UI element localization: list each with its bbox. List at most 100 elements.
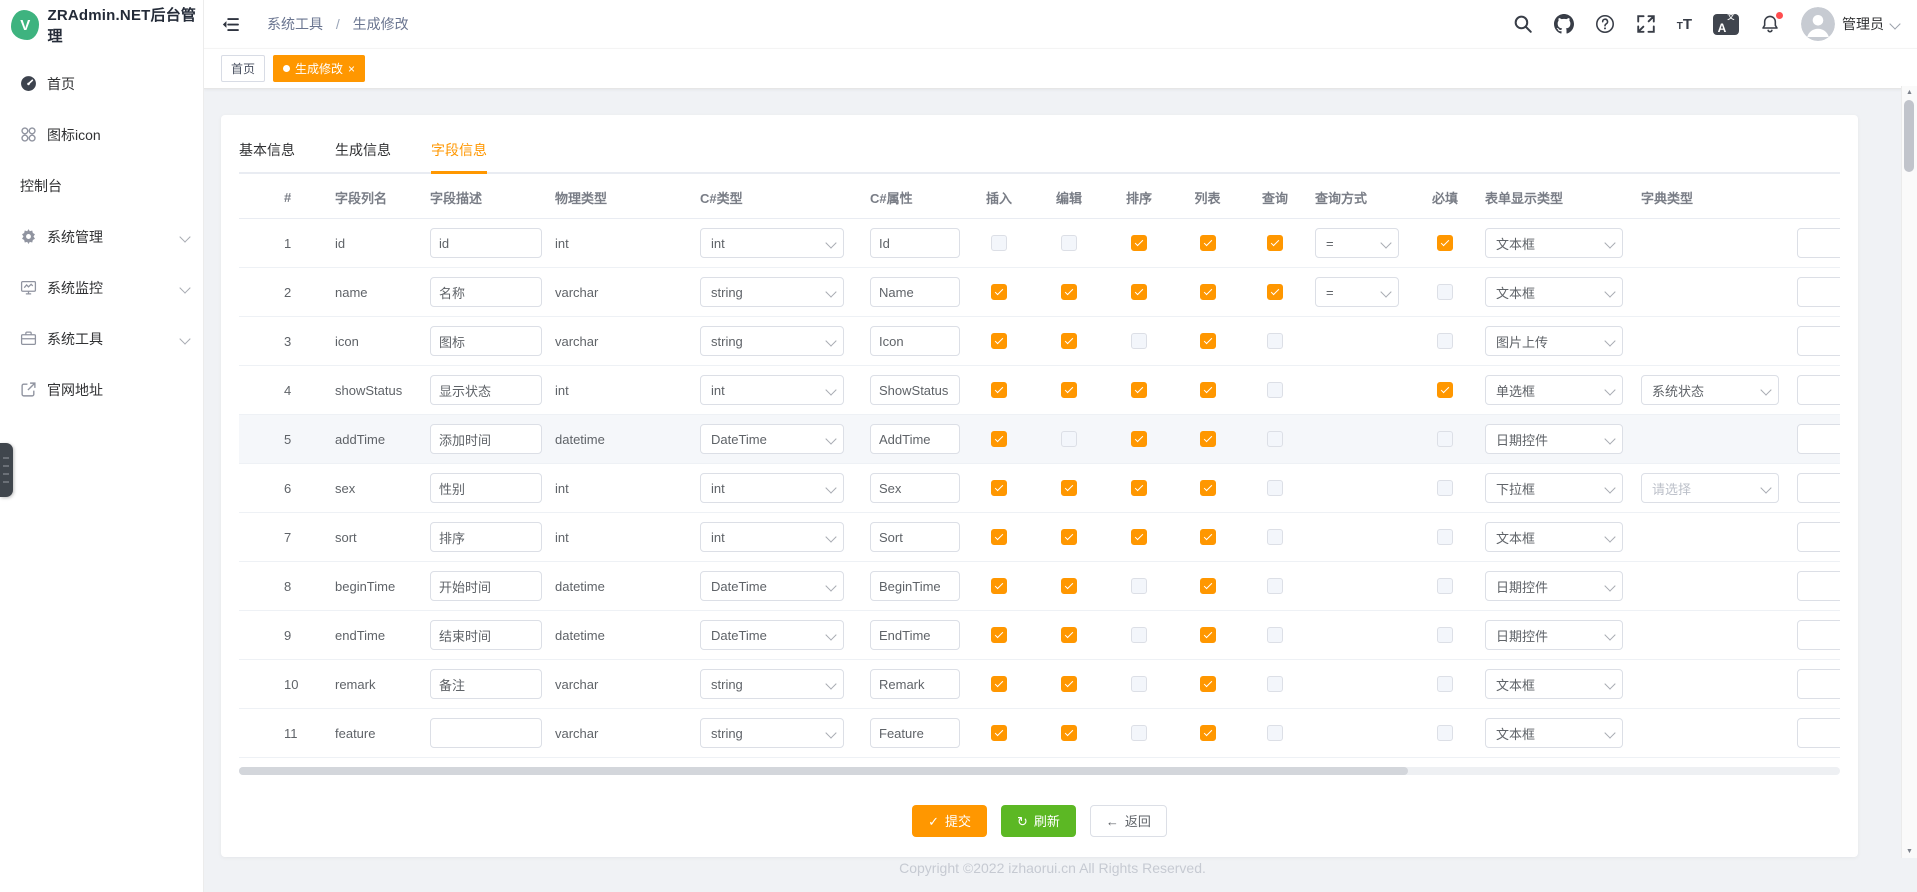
query-checkbox[interactable] xyxy=(1267,578,1283,594)
dict_type-select[interactable]: 系统状态 xyxy=(1641,375,1779,405)
insert-checkbox[interactable] xyxy=(991,284,1007,300)
sidebar-item-6[interactable]: 系统工具 xyxy=(0,313,203,364)
cs_prop-input[interactable] xyxy=(870,669,960,699)
insert-checkbox[interactable] xyxy=(991,676,1007,692)
cs_prop-input[interactable] xyxy=(870,571,960,601)
cs_type-select[interactable]: int xyxy=(700,228,844,258)
sidebar-item-5[interactable]: 系统监控 xyxy=(0,262,203,313)
query-checkbox[interactable] xyxy=(1267,431,1283,447)
cs_prop-input[interactable] xyxy=(870,228,960,258)
required-checkbox[interactable] xyxy=(1437,725,1453,741)
sort-checkbox[interactable] xyxy=(1131,627,1147,643)
query-checkbox[interactable] xyxy=(1267,529,1283,545)
breadcrumb-item[interactable]: 系统工具 xyxy=(267,16,323,32)
list-checkbox[interactable] xyxy=(1200,725,1216,741)
cs_type-select[interactable]: DateTime xyxy=(700,424,844,454)
dict_type-select[interactable]: 请选择 xyxy=(1641,473,1779,503)
required-checkbox[interactable] xyxy=(1437,480,1453,496)
display_type-select[interactable]: 日期控件 xyxy=(1485,571,1623,601)
edit-checkbox[interactable] xyxy=(1061,480,1077,496)
cs_prop-input[interactable] xyxy=(870,326,960,356)
desc-input[interactable] xyxy=(430,375,542,405)
desc-input[interactable] xyxy=(430,228,542,258)
cs_type-select[interactable]: int xyxy=(700,522,844,552)
search-icon[interactable] xyxy=(1513,14,1533,34)
user-menu[interactable]: 管理员 xyxy=(1801,7,1899,41)
extra-input[interactable] xyxy=(1797,522,1840,552)
cs_type-select[interactable]: string xyxy=(700,669,844,699)
sort-checkbox[interactable] xyxy=(1131,382,1147,398)
edit-checkbox[interactable] xyxy=(1061,676,1077,692)
insert-checkbox[interactable] xyxy=(991,333,1007,349)
cs_prop-input[interactable] xyxy=(870,424,960,454)
refresh-button[interactable]: ↻ 刷新 xyxy=(1001,805,1076,837)
cs_type-select[interactable]: int xyxy=(700,473,844,503)
edit-checkbox[interactable] xyxy=(1061,578,1077,594)
insert-checkbox[interactable] xyxy=(991,529,1007,545)
scroll-up-arrow[interactable]: ▲ xyxy=(1902,86,1917,99)
extra-input[interactable] xyxy=(1797,326,1840,356)
required-checkbox[interactable] xyxy=(1437,235,1453,251)
extra-input[interactable] xyxy=(1797,620,1840,650)
tab-1[interactable]: 基本信息 xyxy=(239,129,295,172)
bell-icon[interactable] xyxy=(1760,14,1780,34)
help-icon[interactable] xyxy=(1595,14,1615,34)
desc-input[interactable] xyxy=(430,522,542,552)
extra-input[interactable] xyxy=(1797,375,1840,405)
display_type-select[interactable]: 下拉框 xyxy=(1485,473,1623,503)
query-checkbox[interactable] xyxy=(1267,627,1283,643)
required-checkbox[interactable] xyxy=(1437,333,1453,349)
edit-checkbox[interactable] xyxy=(1061,431,1077,447)
edit-checkbox[interactable] xyxy=(1061,235,1077,251)
display_type-select[interactable]: 图片上传 xyxy=(1485,326,1623,356)
tab-2[interactable]: 生成信息 xyxy=(335,129,391,172)
desc-input[interactable] xyxy=(430,669,542,699)
list-checkbox[interactable] xyxy=(1200,333,1216,349)
insert-checkbox[interactable] xyxy=(991,578,1007,594)
sidebar-item-1[interactable]: 首页 xyxy=(0,58,203,109)
display_type-select[interactable]: 文本框 xyxy=(1485,522,1623,552)
horizontal-scrollbar[interactable] xyxy=(239,767,1840,775)
query_type-select[interactable]: = xyxy=(1315,277,1399,307)
edit-checkbox[interactable] xyxy=(1061,529,1077,545)
list-checkbox[interactable] xyxy=(1200,676,1216,692)
extra-input[interactable] xyxy=(1797,424,1840,454)
extra-input[interactable] xyxy=(1797,277,1840,307)
query-checkbox[interactable] xyxy=(1267,725,1283,741)
required-checkbox[interactable] xyxy=(1437,676,1453,692)
desc-input[interactable] xyxy=(430,571,542,601)
sort-checkbox[interactable] xyxy=(1131,431,1147,447)
cs_type-select[interactable]: DateTime xyxy=(700,620,844,650)
sort-checkbox[interactable] xyxy=(1131,235,1147,251)
sort-checkbox[interactable] xyxy=(1131,284,1147,300)
sort-checkbox[interactable] xyxy=(1131,676,1147,692)
list-checkbox[interactable] xyxy=(1200,284,1216,300)
insert-checkbox[interactable] xyxy=(991,382,1007,398)
sort-checkbox[interactable] xyxy=(1131,578,1147,594)
menu-fold-icon[interactable] xyxy=(222,15,241,34)
list-checkbox[interactable] xyxy=(1200,480,1216,496)
display_type-select[interactable]: 文本框 xyxy=(1485,718,1623,748)
extra-input[interactable] xyxy=(1797,718,1840,748)
list-checkbox[interactable] xyxy=(1200,235,1216,251)
query-checkbox[interactable] xyxy=(1267,676,1283,692)
github-icon[interactable] xyxy=(1554,14,1574,34)
logo-row[interactable]: V ZRAdmin.NET后台管理 xyxy=(0,0,203,50)
submit-button[interactable]: ✓ 提交 xyxy=(912,805,987,837)
cs_prop-input[interactable] xyxy=(870,718,960,748)
vertical-scrollbar[interactable]: ▲ ▼ xyxy=(1901,86,1917,858)
desc-input[interactable] xyxy=(430,277,542,307)
sort-checkbox[interactable] xyxy=(1131,529,1147,545)
list-checkbox[interactable] xyxy=(1200,578,1216,594)
required-checkbox[interactable] xyxy=(1437,431,1453,447)
cs_prop-input[interactable] xyxy=(870,620,960,650)
edit-checkbox[interactable] xyxy=(1061,725,1077,741)
edit-checkbox[interactable] xyxy=(1061,333,1077,349)
desc-input[interactable] xyxy=(430,620,542,650)
query-checkbox[interactable] xyxy=(1267,382,1283,398)
required-checkbox[interactable] xyxy=(1437,382,1453,398)
display_type-select[interactable]: 文本框 xyxy=(1485,669,1623,699)
cs_type-select[interactable]: DateTime xyxy=(700,571,844,601)
query-checkbox[interactable] xyxy=(1267,480,1283,496)
sidebar-item-7[interactable]: 官网地址 xyxy=(0,364,203,415)
